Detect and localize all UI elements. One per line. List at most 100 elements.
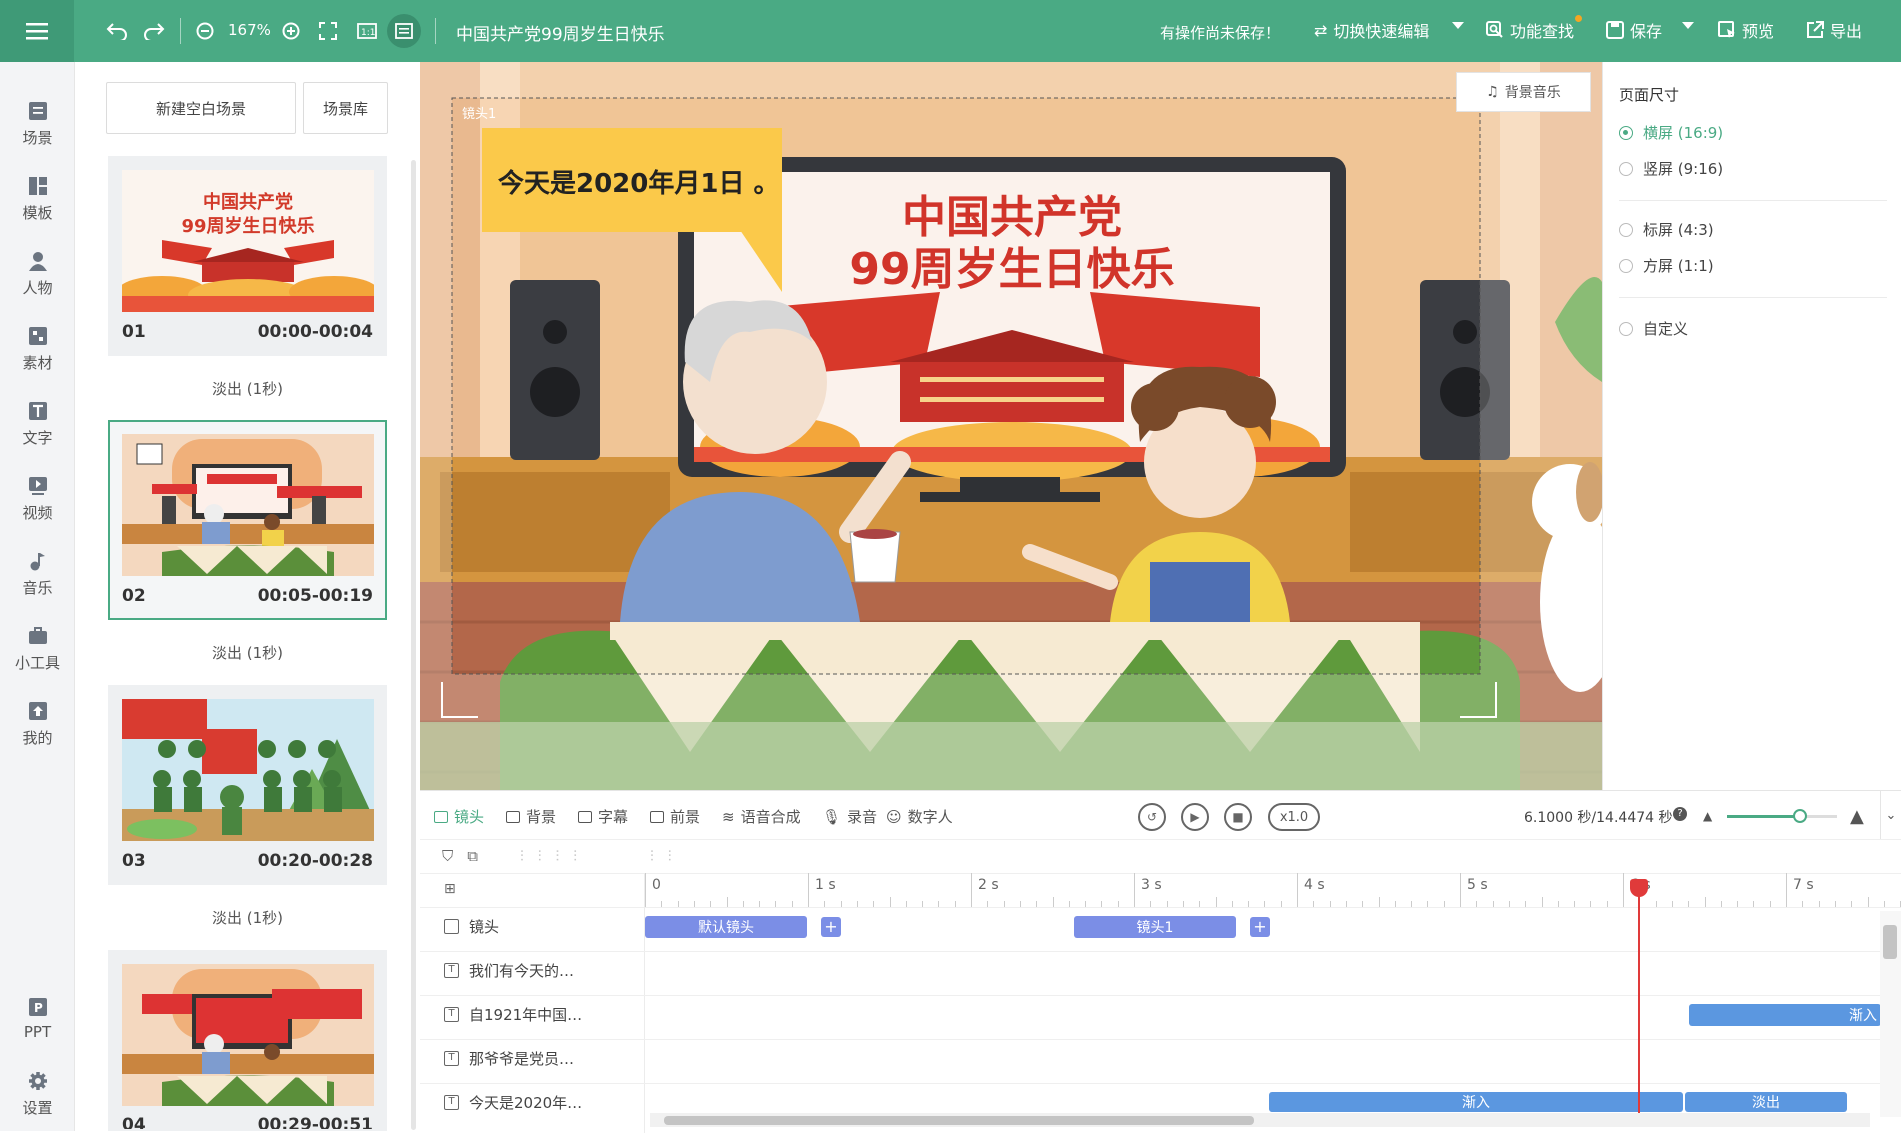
rail-item-person[interactable]: 人物 — [0, 242, 75, 306]
ruler-minor-tick — [1541, 897, 1543, 907]
tab-subtitle[interactable]: 字幕 — [578, 806, 628, 827]
rail-item-mine[interactable]: 我的 — [0, 692, 75, 756]
redo-icon[interactable] — [139, 16, 169, 46]
align-tools-icon: ⫶⫶⫶⫶ — [520, 847, 592, 865]
scene-card-03[interactable]: 03 00:20-00:28 — [108, 685, 387, 885]
tab-tts[interactable]: ≋ 语音合成 — [722, 806, 801, 827]
scene-card-02[interactable]: 02 00:05-00:19 — [108, 420, 387, 620]
rail-item-material[interactable]: 素材 — [0, 317, 75, 381]
scene-card-04[interactable]: 04 00:29-00:51 — [108, 950, 387, 1131]
text-icon: T — [444, 963, 459, 978]
zoom-out-icon[interactable] — [190, 16, 220, 46]
save-button[interactable]: 保存 — [1606, 18, 1662, 42]
clip-fade-in[interactable]: 渐入 — [1269, 1092, 1683, 1112]
fit-screen-icon[interactable] — [313, 16, 343, 46]
add-camera-button[interactable]: + — [1250, 917, 1270, 937]
text-icon: T — [444, 1051, 459, 1066]
rail-label: 人物 — [22, 278, 53, 297]
rail-item-video[interactable]: 视频 — [0, 467, 75, 531]
track-text-3[interactable]: T 那爷爷是党员… — [444, 1048, 574, 1069]
tab-background[interactable]: 背景 — [506, 806, 556, 827]
radio-label: 方屏 (1:1) — [1643, 257, 1714, 275]
playhead[interactable] — [1630, 879, 1649, 1115]
rail-label: 文字 — [22, 428, 53, 447]
speed-button[interactable]: x1.0 — [1268, 803, 1320, 831]
material-icon — [28, 326, 47, 345]
ruler-minor-tick — [889, 897, 891, 907]
scene-transition[interactable]: 淡出 (1秒) — [108, 378, 387, 399]
background-music-button[interactable]: ♫ 背景音乐 — [1456, 72, 1591, 112]
scene-transition[interactable]: 淡出 (1秒) — [108, 907, 387, 928]
zoom-level: 167% — [228, 21, 271, 39]
zoom-in-mountain-icon[interactable]: ▲ — [1850, 806, 1864, 827]
scene-number: 01 — [122, 322, 146, 342]
top-toolbar: 167% 1:1 中国共产党99周岁生日快乐 有操作尚未保存！ ⇄ 切换快速编辑… — [0, 0, 1901, 62]
scene-icon — [28, 101, 47, 120]
tab-record[interactable]: 🎙 录音 — [822, 806, 877, 827]
music-note-icon: ♫ — [1486, 84, 1499, 100]
subtitle-panel-icon[interactable] — [387, 14, 421, 48]
rail-item-music[interactable]: 音乐 — [0, 542, 75, 606]
tab-foreground[interactable]: 前景 — [650, 806, 700, 827]
rail-item-template[interactable]: 模板 — [0, 167, 75, 231]
track-group-icon[interactable]: ⊞ — [444, 881, 456, 897]
new-blank-scene-button[interactable]: 新建空白场景 — [106, 82, 296, 134]
tab-camera[interactable]: 镜头 — [434, 806, 484, 827]
rail-item-ppt[interactable]: P PPT — [0, 987, 75, 1051]
clip-default-camera[interactable]: 默认镜头 — [645, 916, 807, 938]
ruler-minor-tick — [1867, 897, 1869, 907]
radio-custom[interactable]: 自定义 — [1619, 318, 1688, 339]
switch-dropdown-chevron-icon[interactable] — [1452, 22, 1464, 30]
actual-size-icon[interactable]: 1:1 — [352, 16, 382, 46]
scene-transition[interactable]: 淡出 (1秒) — [108, 642, 387, 663]
radio-portrait-9-16[interactable]: 竖屏 (9:16) — [1619, 158, 1723, 179]
collapse-chevron-icon[interactable]: ⌄ — [1880, 791, 1901, 839]
export-button[interactable]: 导出 — [1806, 18, 1862, 42]
rail-item-settings[interactable]: 设置 — [0, 1062, 75, 1126]
stop-icon[interactable]: ■ — [1224, 803, 1252, 831]
time-ruler[interactable]: 01 s2 s3 s4 s5 s6 s7 s — [644, 873, 1901, 907]
scenes-scrollbar[interactable] — [411, 160, 416, 1130]
svg-text:1:1: 1:1 — [361, 28, 375, 38]
tab-digital-human[interactable]: ☺ 数字人 — [886, 806, 953, 827]
zoom-in-icon[interactable] — [276, 16, 306, 46]
replay-icon[interactable]: ↺ — [1138, 803, 1166, 831]
menu-button[interactable] — [0, 0, 74, 62]
track-camera[interactable]: 镜头 — [444, 916, 499, 937]
undo-icon[interactable] — [102, 16, 132, 46]
caption-text[interactable]: 今天是2020年月1日 。 — [498, 168, 780, 199]
rail-item-text[interactable]: 文字 — [0, 392, 75, 456]
scene-library-button[interactable]: 场景库 — [303, 82, 388, 134]
radio-standard-4-3[interactable]: 标屏 (4:3) — [1619, 219, 1714, 240]
radio-square-1-1[interactable]: 方屏 (1:1) — [1619, 255, 1714, 276]
rail-item-scene[interactable]: 场景 — [0, 92, 75, 156]
scene-time: 00:29-00:51 — [257, 1115, 373, 1131]
vertical-scrollbar[interactable] — [1880, 911, 1901, 1117]
track-text-2[interactable]: T 自1921年中国… — [444, 1004, 582, 1025]
scene-card-01[interactable]: 中国共产党 99周岁生日快乐 01 00:00-00:04 — [108, 156, 387, 356]
clip-fade-out[interactable]: 淡出 — [1685, 1092, 1847, 1112]
clip-fade-in[interactable]: 渐入 — [1689, 1004, 1881, 1026]
editor-canvas[interactable]: 中国共产党 99周岁生日快乐 镜头1 今天是2020年月1日 。 — [420, 62, 1602, 790]
preview-button[interactable]: 预览 — [1718, 18, 1774, 42]
clip-camera-1[interactable]: 镜头1 — [1074, 916, 1236, 938]
rail-item-toolbox[interactable]: 小工具 — [0, 617, 75, 681]
tab-label: 录音 — [847, 808, 878, 826]
page-size-panel: 页面尺寸 横屏 (16:9) 竖屏 (9:16) 标屏 (4:3) 方屏 (1:… — [1602, 62, 1901, 790]
notification-dot — [1575, 15, 1583, 22]
play-icon[interactable]: ▶ — [1181, 803, 1209, 831]
timeline-zoom-slider[interactable] — [1727, 809, 1837, 823]
track-text-1[interactable]: T 我们有今天的… — [444, 960, 574, 981]
add-camera-button[interactable]: + — [821, 917, 841, 937]
track-text-4[interactable]: T 今天是2020年… — [444, 1092, 582, 1113]
track-tools-icon[interactable]: ⛉⧉ — [442, 847, 492, 865]
help-icon[interactable]: ? — [1673, 807, 1687, 821]
switch-quick-edit-button[interactable]: ⇄ 切换快速编辑 — [1314, 18, 1429, 42]
find-feature-button[interactable]: 功能查找 — [1486, 15, 1583, 42]
radio-landscape-16-9[interactable]: 横屏 (16:9) — [1619, 122, 1723, 143]
document-title[interactable]: 中国共产党99周岁生日快乐 — [456, 20, 665, 45]
horizontal-scrollbar[interactable] — [650, 1113, 1870, 1127]
save-dropdown-chevron-icon[interactable] — [1682, 22, 1694, 30]
rail-label: 视频 — [22, 503, 53, 522]
zoom-out-mountain-icon[interactable]: ▲ — [1703, 809, 1712, 823]
